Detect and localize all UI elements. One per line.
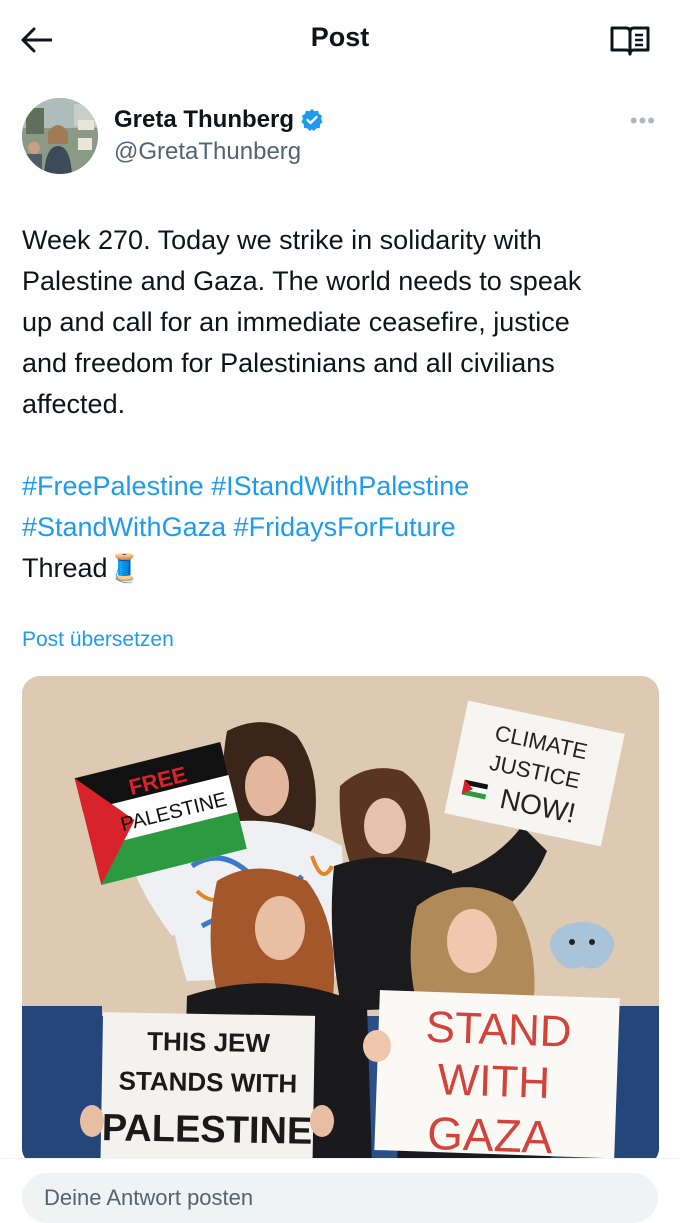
tweet-body: Week 270. Today we strike in solidarity … xyxy=(22,220,662,589)
author-row: Greta Thunberg @GretaThunberg ••• xyxy=(22,98,662,178)
sign-gaza-text: GAZA xyxy=(426,1107,553,1163)
verified-badge-icon xyxy=(301,109,323,131)
translate-post-link[interactable]: Post übersetzen xyxy=(22,628,174,652)
display-name-text: Greta Thunberg xyxy=(114,106,295,133)
tweet-text-line: Week 270. Today we strike in solidarity … xyxy=(22,225,542,255)
reply-input[interactable]: Deine Antwort posten xyxy=(22,1173,658,1223)
handle[interactable]: @GretaThunberg xyxy=(114,138,301,166)
hashtag-link[interactable]: #FridaysForFuture xyxy=(234,512,456,542)
tweet-text-line: and freedom for Palestinians and all civ… xyxy=(22,348,555,378)
hashtag-link[interactable]: #IStandWithPalestine xyxy=(211,471,469,501)
book-open-icon xyxy=(610,26,650,56)
hashtag-line: #FreePalestine #IStandWithPalestine xyxy=(22,466,662,507)
reader-mode-button[interactable] xyxy=(608,20,652,60)
sign-palestine-bottom-text: PALESTINE xyxy=(101,1107,312,1153)
thread-label: Thread xyxy=(22,553,108,583)
thread-line: Thread🧵 xyxy=(22,548,662,589)
tweet-text-line: Palestine and Gaza. The world needs to s… xyxy=(22,266,582,296)
hashtag-line: #StandWithGaza #FridaysForFuture xyxy=(22,507,662,548)
sign-stands-with-text: STANDS WITH xyxy=(118,1065,297,1098)
sign-stand-text: STAND xyxy=(425,1003,572,1057)
sign-with-text: WITH xyxy=(437,1055,551,1108)
top-bar: Post xyxy=(0,0,680,80)
more-options-button[interactable]: ••• xyxy=(630,108,656,134)
reply-bar: Deine Antwort posten xyxy=(0,1158,680,1223)
tweet-text-line: up and call for an immediate ceasefire, … xyxy=(22,307,570,337)
avatar[interactable] xyxy=(22,98,98,174)
display-name[interactable]: Greta Thunberg xyxy=(114,106,324,134)
tweet-text-line: affected. xyxy=(22,389,126,419)
sign-this-jew-text: THIS JEW xyxy=(147,1026,271,1058)
page-title: Post xyxy=(310,22,370,52)
hashtag-link[interactable]: #FreePalestine xyxy=(22,471,204,501)
thread-spool-icon: 🧵 xyxy=(107,553,142,583)
tweet-photo[interactable]: FREE PALESTINE CLIMATE JUSTICE NOW! THIS… xyxy=(22,676,659,1166)
hashtag-link[interactable]: #StandWithGaza xyxy=(22,512,226,542)
